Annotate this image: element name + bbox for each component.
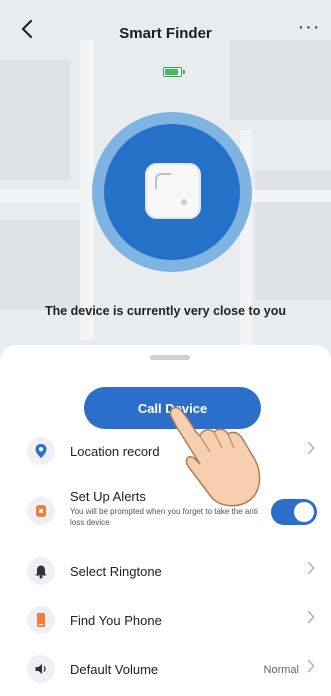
alerts-toggle[interactable]: [271, 499, 317, 525]
tap-hand-icon: [169, 406, 261, 507]
proximity-status-text: The device is currently very close to yo…: [44, 304, 287, 318]
more-button[interactable]: ···: [297, 17, 321, 40]
alert-icon: [27, 497, 55, 525]
menu-item-label: Find You Phone: [70, 613, 162, 628]
battery-fill: [165, 69, 178, 75]
menu-item-label: Default Volume: [70, 662, 159, 677]
sheet-drag-handle[interactable]: [150, 355, 190, 360]
volume-value: Normal: [263, 664, 299, 676]
map-block: [0, 220, 80, 310]
chevron-right-icon: [307, 561, 315, 580]
more-dots-icon: ···: [297, 16, 321, 38]
speaker-icon: [27, 655, 55, 683]
tracker-device-icon: [145, 163, 201, 219]
menu-item-find-you-phone[interactable]: Find You Phone: [0, 606, 331, 634]
battery-indicator: [163, 67, 185, 77]
toggle-knob: [294, 502, 314, 522]
battery-nub: [183, 70, 185, 74]
menu-item-label: Location record: [70, 444, 160, 459]
location-pin-icon: [27, 437, 55, 465]
phone-icon: [27, 606, 55, 634]
menu-item-label: Select Ringtone: [70, 564, 162, 579]
chevron-right-icon: [307, 659, 315, 678]
bell-icon: [27, 557, 55, 585]
menu-item-default-volume[interactable]: Default Volume Normal: [0, 655, 331, 683]
map-block: [0, 60, 70, 180]
header: Smart Finder ···: [0, 0, 331, 60]
menu-item-select-ringtone[interactable]: Select Ringtone: [0, 557, 331, 585]
chevron-right-icon: [307, 441, 315, 460]
tracker-notch: [155, 173, 171, 189]
menu-item-label: Set Up Alerts: [70, 489, 146, 504]
page-title: Smart Finder: [119, 25, 212, 42]
chevron-right-icon: [307, 610, 315, 629]
tracker-hole: [181, 199, 187, 205]
